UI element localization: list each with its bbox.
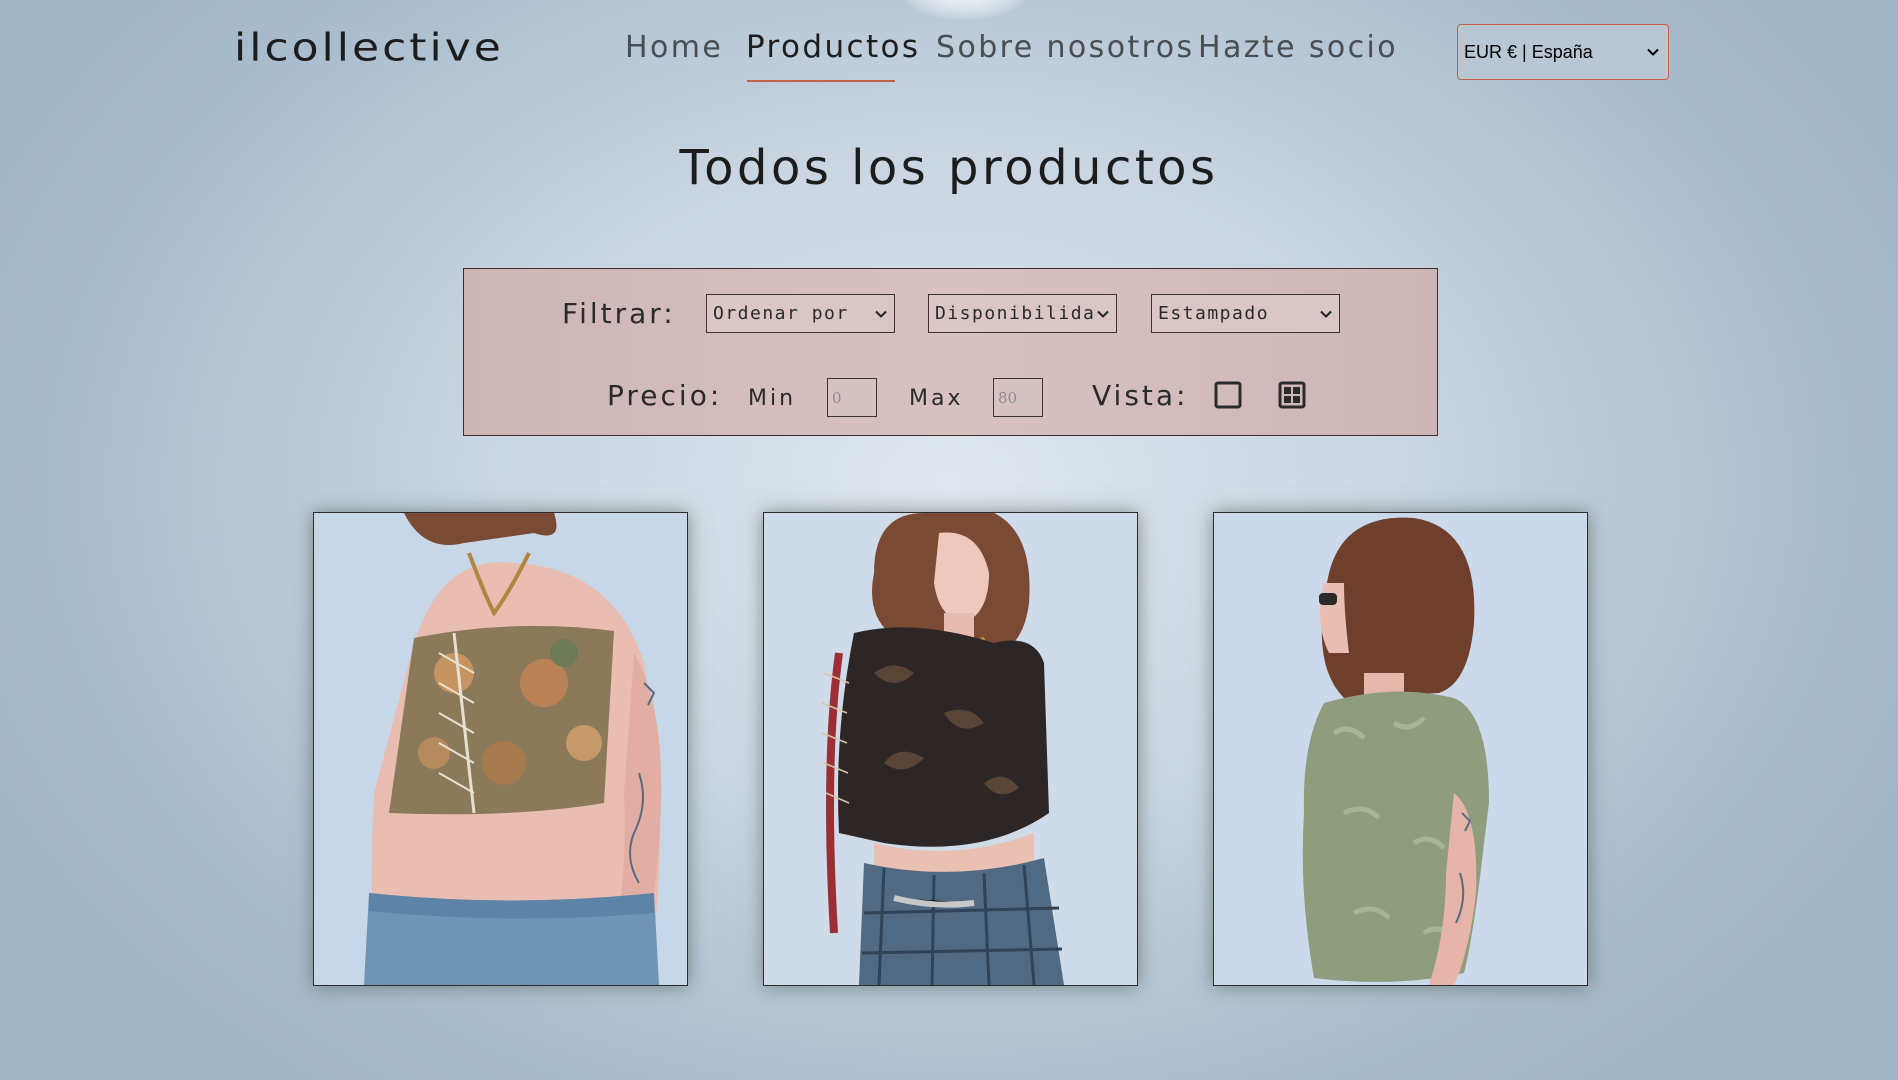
green-fuzzy-knit-tee-photo	[1214, 513, 1587, 985]
active-nav-underline	[747, 80, 895, 82]
currency-select[interactable]: EUR € | España	[1457, 24, 1669, 80]
availability-select[interactable]: Disponibilidad	[928, 294, 1117, 333]
min-label: Min	[748, 386, 797, 411]
product-card[interactable]	[313, 512, 688, 986]
black-paisley-lace-up-top-photo	[764, 513, 1137, 985]
view-label: Vista:	[1092, 379, 1189, 412]
nav-hazte-socio[interactable]: Hazte socio	[1198, 30, 1398, 65]
max-label: Max	[909, 386, 964, 411]
max-price-input[interactable]	[993, 378, 1043, 417]
page-title: Todos los productos	[679, 140, 1219, 196]
chevron-down-icon	[1320, 310, 1332, 318]
floral-lace-up-corset-top-photo	[314, 513, 687, 985]
filter-panel: Filtrar: Ordenar por Disponibilidad Esta…	[463, 268, 1438, 436]
filter-label: Filtrar:	[562, 297, 676, 330]
chevron-down-icon	[875, 310, 887, 318]
product-card[interactable]	[1213, 512, 1588, 986]
nav-sobre-nosotros[interactable]: Sobre nosotros	[936, 30, 1194, 65]
print-select[interactable]: Estampado	[1151, 294, 1340, 333]
print-select-value: Estampado	[1158, 303, 1270, 324]
square-view-icon[interactable]	[1214, 381, 1242, 409]
price-label: Precio:	[607, 379, 723, 412]
site-logo[interactable]: ilcollective	[234, 26, 504, 70]
grid-view-icon[interactable]	[1278, 381, 1306, 409]
availability-select-value: Disponibilidad	[935, 303, 1096, 324]
background-glow	[900, 0, 1030, 20]
nav-productos[interactable]: Productos	[746, 29, 920, 65]
nav-home[interactable]: Home	[625, 30, 723, 65]
sort-select[interactable]: Ordenar por	[706, 294, 895, 333]
chevron-down-icon	[1097, 310, 1109, 318]
sort-select-value: Ordenar por	[713, 303, 849, 324]
currency-select-value: EUR € | España	[1464, 41, 1593, 62]
product-card[interactable]	[763, 512, 1138, 986]
min-price-input[interactable]	[827, 378, 877, 417]
chevron-down-icon	[1647, 48, 1659, 56]
